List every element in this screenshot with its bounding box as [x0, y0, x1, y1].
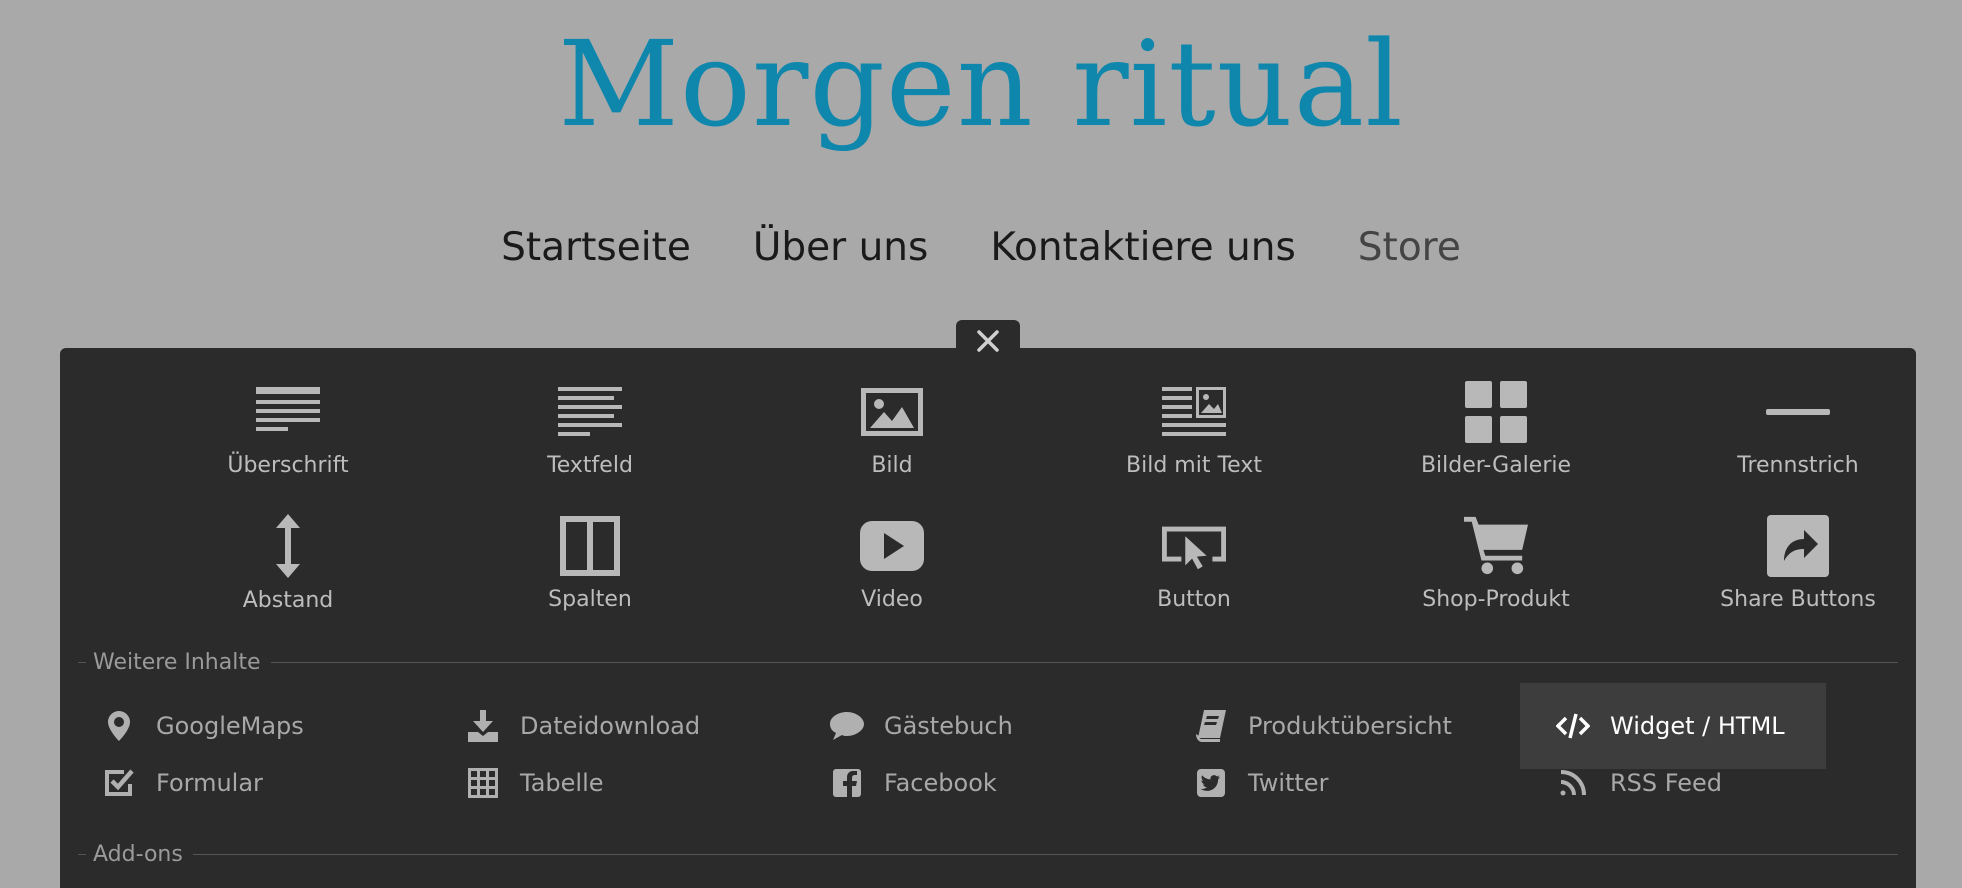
- element-spacing[interactable]: Abstand: [138, 482, 438, 613]
- element-image-with-text[interactable]: Bild mit Text: [1044, 348, 1344, 478]
- spacing-icon: [256, 514, 320, 578]
- element-columns[interactable]: Spalten: [440, 482, 740, 612]
- image-icon: [860, 380, 924, 443]
- item-formular[interactable]: Formular: [60, 748, 365, 818]
- table-icon: [466, 766, 500, 800]
- video-icon: [860, 514, 924, 577]
- columns-icon: [558, 514, 622, 577]
- book-icon: [1194, 709, 1228, 743]
- section-heading-weitere-inhalte: Weitere Inhalte: [78, 650, 1898, 675]
- map-pin-icon: [102, 709, 136, 743]
- nav-item-startseite[interactable]: Startseite: [501, 225, 691, 270]
- rss-icon: [1556, 766, 1590, 800]
- add-element-panel: Überschrift Textfeld Bild Bild mit Text …: [60, 348, 1916, 888]
- code-icon: [1556, 709, 1590, 743]
- element-text-field[interactable]: Textfeld: [440, 348, 740, 478]
- section-heading-add-ons: Add-ons: [78, 842, 1898, 867]
- element-image[interactable]: Bild: [742, 348, 1042, 478]
- nav-item-kontakt[interactable]: Kontaktiere uns: [990, 225, 1295, 270]
- element-shop-product[interactable]: Shop-Produkt: [1346, 482, 1646, 612]
- nav-item-ueber-uns[interactable]: Über uns: [753, 225, 928, 270]
- element-share-buttons[interactable]: Share Buttons: [1648, 482, 1948, 612]
- twitter-icon: [1194, 766, 1228, 800]
- close-panel-button[interactable]: [956, 320, 1020, 366]
- image-with-text-icon: [1162, 380, 1226, 443]
- gallery-icon: [1464, 380, 1528, 443]
- element-divider[interactable]: Trennstrich: [1648, 348, 1948, 478]
- item-facebook[interactable]: Facebook: [788, 748, 1093, 818]
- element-heading[interactable]: Überschrift: [138, 348, 438, 478]
- item-twitter[interactable]: Twitter: [1152, 748, 1457, 818]
- item-rss-feed[interactable]: RSS Feed: [1520, 748, 1826, 818]
- share-icon: [1766, 514, 1830, 577]
- site-title: Morgen ritual: [558, 15, 1404, 153]
- close-icon: [975, 323, 1001, 363]
- shopping-cart-icon: [1464, 514, 1528, 577]
- element-button[interactable]: Button: [1044, 482, 1344, 612]
- item-tabelle[interactable]: Tabelle: [424, 748, 729, 818]
- checkbox-icon: [102, 766, 136, 800]
- element-video[interactable]: Video: [742, 482, 1042, 612]
- main-navigation: Startseite Über uns Kontaktiere uns Stor…: [0, 225, 1962, 270]
- button-icon: [1162, 514, 1226, 577]
- download-icon: [466, 709, 500, 743]
- heading-icon: [256, 380, 320, 443]
- divider-icon: [1766, 380, 1830, 443]
- facebook-icon: [830, 766, 864, 800]
- chat-bubble-icon: [830, 709, 864, 743]
- element-gallery[interactable]: Bilder-Galerie: [1346, 348, 1646, 478]
- text-field-icon: [558, 380, 622, 443]
- nav-item-store[interactable]: Store: [1358, 225, 1461, 270]
